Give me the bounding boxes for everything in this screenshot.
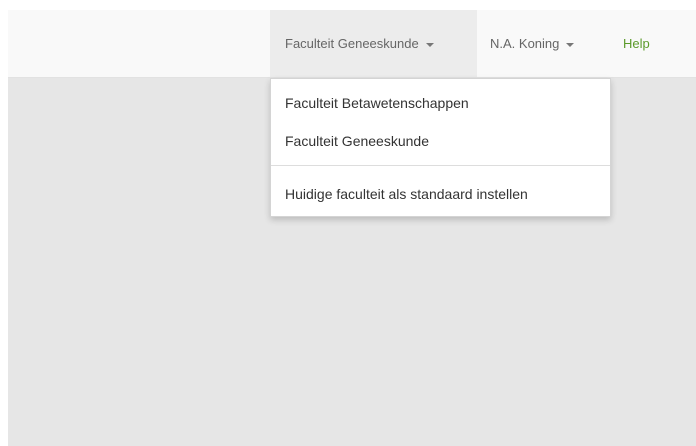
menu-divider <box>271 165 610 166</box>
faculty-dropdown-menu: Faculteit Betawetenschappen Faculteit Ge… <box>270 78 611 217</box>
caret-down-icon <box>425 42 434 47</box>
caret-down-icon <box>566 42 575 47</box>
top-navbar: Faculteit Geneeskunde N.A. Koning Help <box>8 10 696 78</box>
user-menu-label: N.A. Koning <box>490 36 560 51</box>
faculty-menu-toggle[interactable]: Faculteit Geneeskunde <box>270 10 477 77</box>
help-link[interactable]: Help <box>618 10 668 77</box>
faculty-menu-label: Faculteit Geneeskunde <box>285 36 419 51</box>
menu-item-faculteit-betawetenschappen[interactable]: Faculteit Betawetenschappen <box>285 95 469 111</box>
user-menu-toggle[interactable]: N.A. Koning <box>477 10 599 77</box>
set-default-faculty-item[interactable]: Huidige faculteit als standaard instelle… <box>285 186 528 202</box>
menu-item-faculteit-geneeskunde[interactable]: Faculteit Geneeskunde <box>285 133 429 149</box>
